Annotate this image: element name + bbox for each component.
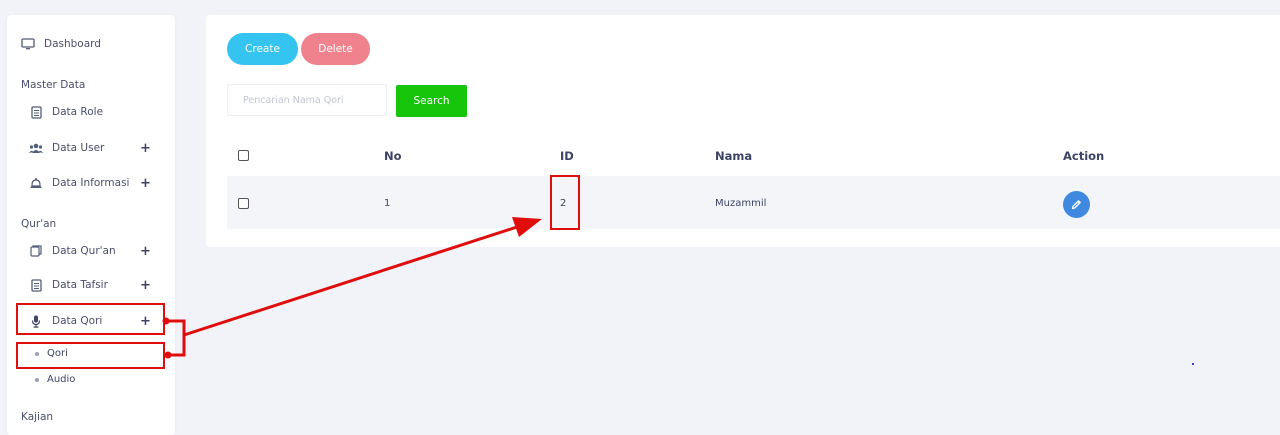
- stray-dot: [1192, 363, 1194, 365]
- annotation-arrow: [162, 217, 542, 359]
